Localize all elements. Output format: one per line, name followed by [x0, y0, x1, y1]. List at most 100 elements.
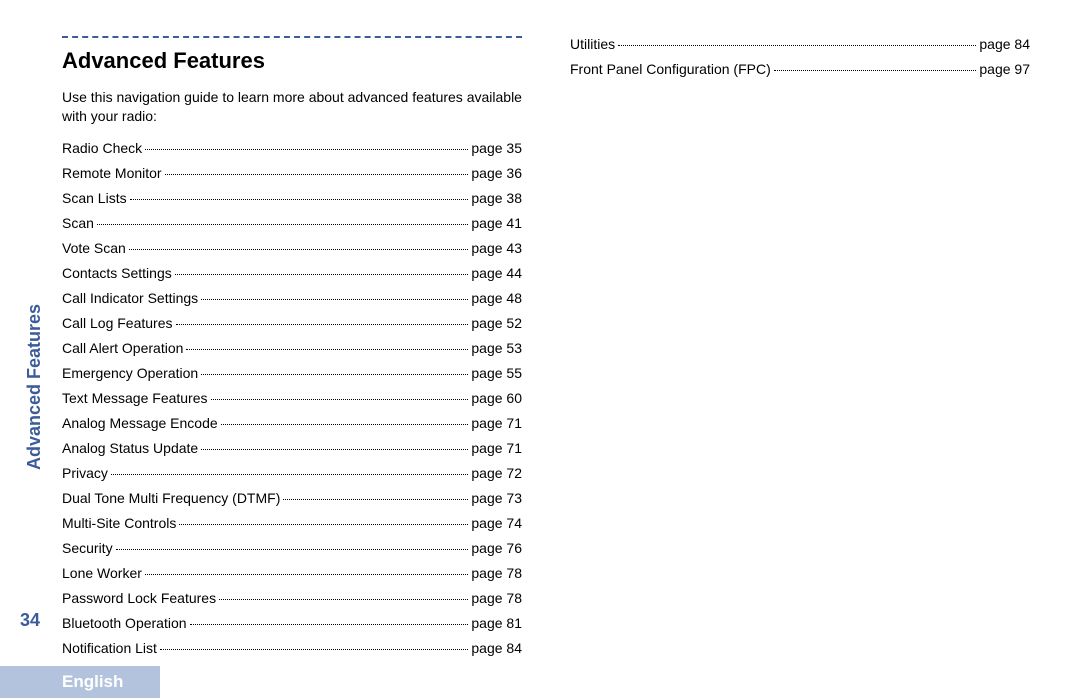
toc-dot-leader — [175, 274, 469, 275]
page-number: 34 — [20, 610, 40, 631]
toc-entry-label: Remote Monitor — [62, 165, 162, 181]
toc-entry-label: Front Panel Configuration (FPC) — [570, 61, 771, 77]
toc-entry-label: Scan — [62, 215, 94, 231]
toc-entry-label: Emergency Operation — [62, 365, 198, 381]
toc-entry-label: Call Indicator Settings — [62, 290, 198, 306]
toc-entry-label: Utilities — [570, 36, 615, 52]
toc-entry-page: page 84 — [979, 36, 1030, 52]
toc-entry-page: page 52 — [471, 315, 522, 331]
toc-dot-leader — [179, 524, 468, 525]
toc-entry: Scanpage 41 — [62, 215, 522, 231]
toc-entry-page: page 60 — [471, 390, 522, 406]
toc-entry-page: page 72 — [471, 465, 522, 481]
toc-entry: Analog Message Encode page 71 — [62, 415, 522, 431]
toc-dot-leader — [219, 599, 468, 600]
toc-dot-leader — [618, 45, 976, 46]
toc-entry: Radio Check page 35 — [62, 140, 522, 156]
toc-entry-page: page 76 — [471, 540, 522, 556]
toc-entry-page: page 55 — [471, 365, 522, 381]
right-column: Utilities page 84 Front Panel Configuratio… — [570, 36, 1030, 665]
toc-dot-leader — [116, 549, 469, 550]
toc-entry-page: page 48 — [471, 290, 522, 306]
toc-entry-label: Analog Message Encode — [62, 415, 218, 431]
toc-dot-leader — [176, 324, 469, 325]
toc-entry-page: page 35 — [471, 140, 522, 156]
toc-entry-label: Call Log Features — [62, 315, 173, 331]
content-area: Advanced Features Use this navigation gu… — [62, 36, 1048, 665]
language-strip: English — [0, 666, 160, 698]
toc-entry-label: Dual Tone Multi Frequency (DTMF) — [62, 490, 280, 506]
toc-entry: Call Alert Operation page 53 — [62, 340, 522, 356]
toc-entry-page: page 78 — [471, 590, 522, 606]
toc-dot-leader — [165, 174, 469, 175]
toc-entry: Call Indicator Settings page 48 — [62, 290, 522, 306]
toc-dot-leader — [130, 199, 469, 200]
toc-list-right: Utilities page 84 Front Panel Configuratio… — [570, 36, 1030, 77]
toc-entry-label: Radio Check — [62, 140, 142, 156]
toc-dot-leader — [201, 299, 468, 300]
toc-entry: Analog Status Update page 71 — [62, 440, 522, 456]
toc-entry: Scan Listspage 38 — [62, 190, 522, 206]
language-label: English — [0, 672, 123, 691]
toc-dot-leader — [186, 349, 468, 350]
toc-entry: Security page 76 — [62, 540, 522, 556]
toc-entry-page: page 97 — [979, 61, 1030, 77]
toc-entry: Notification List page 84 — [62, 640, 522, 656]
toc-entry: Vote Scan page 43 — [62, 240, 522, 256]
toc-entry-label: Text Message Features — [62, 390, 208, 406]
toc-entry-page: page 81 — [471, 615, 522, 631]
toc-dot-leader — [111, 474, 468, 475]
intro-text: Use this navigation guide to learn more … — [62, 88, 522, 126]
toc-entry-label: Vote Scan — [62, 240, 126, 256]
toc-entry-page: page 53 — [471, 340, 522, 356]
toc-entry-page: page 71 — [471, 440, 522, 456]
toc-entry: Dual Tone Multi Frequency (DTMF) page 73 — [62, 490, 522, 506]
toc-dot-leader — [97, 224, 468, 225]
toc-dot-leader — [190, 624, 469, 625]
toc-entry-label: Bluetooth Operation — [62, 615, 187, 631]
toc-entry-page: page 43 — [471, 240, 522, 256]
toc-entry: Remote Monitor page 36 — [62, 165, 522, 181]
toc-dot-leader — [221, 424, 469, 425]
toc-entry: Emergency Operation page 55 — [62, 365, 522, 381]
toc-entry: Utilities page 84 — [570, 36, 1030, 52]
toc-entry-label: Analog Status Update — [62, 440, 198, 456]
toc-dot-leader — [774, 70, 977, 71]
toc-entry-page: page 73 — [471, 490, 522, 506]
page-heading: Advanced Features — [62, 36, 522, 74]
toc-entry-page: page 84 — [471, 640, 522, 656]
toc-entry-label: Multi-Site Controls — [62, 515, 176, 531]
toc-entry-page: page 71 — [471, 415, 522, 431]
toc-dot-leader — [129, 249, 469, 250]
toc-entry: Multi-Site Controls page 74 — [62, 515, 522, 531]
toc-entry: Password Lock Features page 78 — [62, 590, 522, 606]
toc-entry-page: page 36 — [471, 165, 522, 181]
left-column: Advanced Features Use this navigation gu… — [62, 36, 522, 665]
toc-dot-leader — [201, 449, 468, 450]
toc-dot-leader — [145, 149, 468, 150]
toc-entry-label: Notification List — [62, 640, 157, 656]
toc-entry: Bluetooth Operation page 81 — [62, 615, 522, 631]
toc-entry: Lone Worker page 78 — [62, 565, 522, 581]
toc-entry-label: Contacts Settings — [62, 265, 172, 281]
toc-dot-leader — [283, 499, 468, 500]
toc-dot-leader — [201, 374, 468, 375]
toc-entry-label: Call Alert Operation — [62, 340, 183, 356]
toc-entry: Text Message Features page 60 — [62, 390, 522, 406]
toc-entry-label: Password Lock Features — [62, 590, 216, 606]
toc-dot-leader — [211, 399, 469, 400]
toc-entry: Contacts Settings page 44 — [62, 265, 522, 281]
toc-entry-page: page 44 — [471, 265, 522, 281]
toc-entry-page: page 78 — [471, 565, 522, 581]
toc-entry-page: page 38 — [471, 190, 522, 206]
toc-entry-label: Privacy — [62, 465, 108, 481]
sidebar: Advanced Features 34 — [0, 0, 58, 698]
toc-entry: Call Log Features page 52 — [62, 315, 522, 331]
toc-entry: Privacy page 72 — [62, 465, 522, 481]
toc-entry-label: Security — [62, 540, 113, 556]
toc-dot-leader — [145, 574, 468, 575]
toc-dot-leader — [160, 649, 468, 650]
toc-entry-page: page 74 — [471, 515, 522, 531]
toc-list-left: Radio Check page 35 Remote Monitor page 36 S… — [62, 140, 522, 656]
toc-entry-label: Lone Worker — [62, 565, 142, 581]
